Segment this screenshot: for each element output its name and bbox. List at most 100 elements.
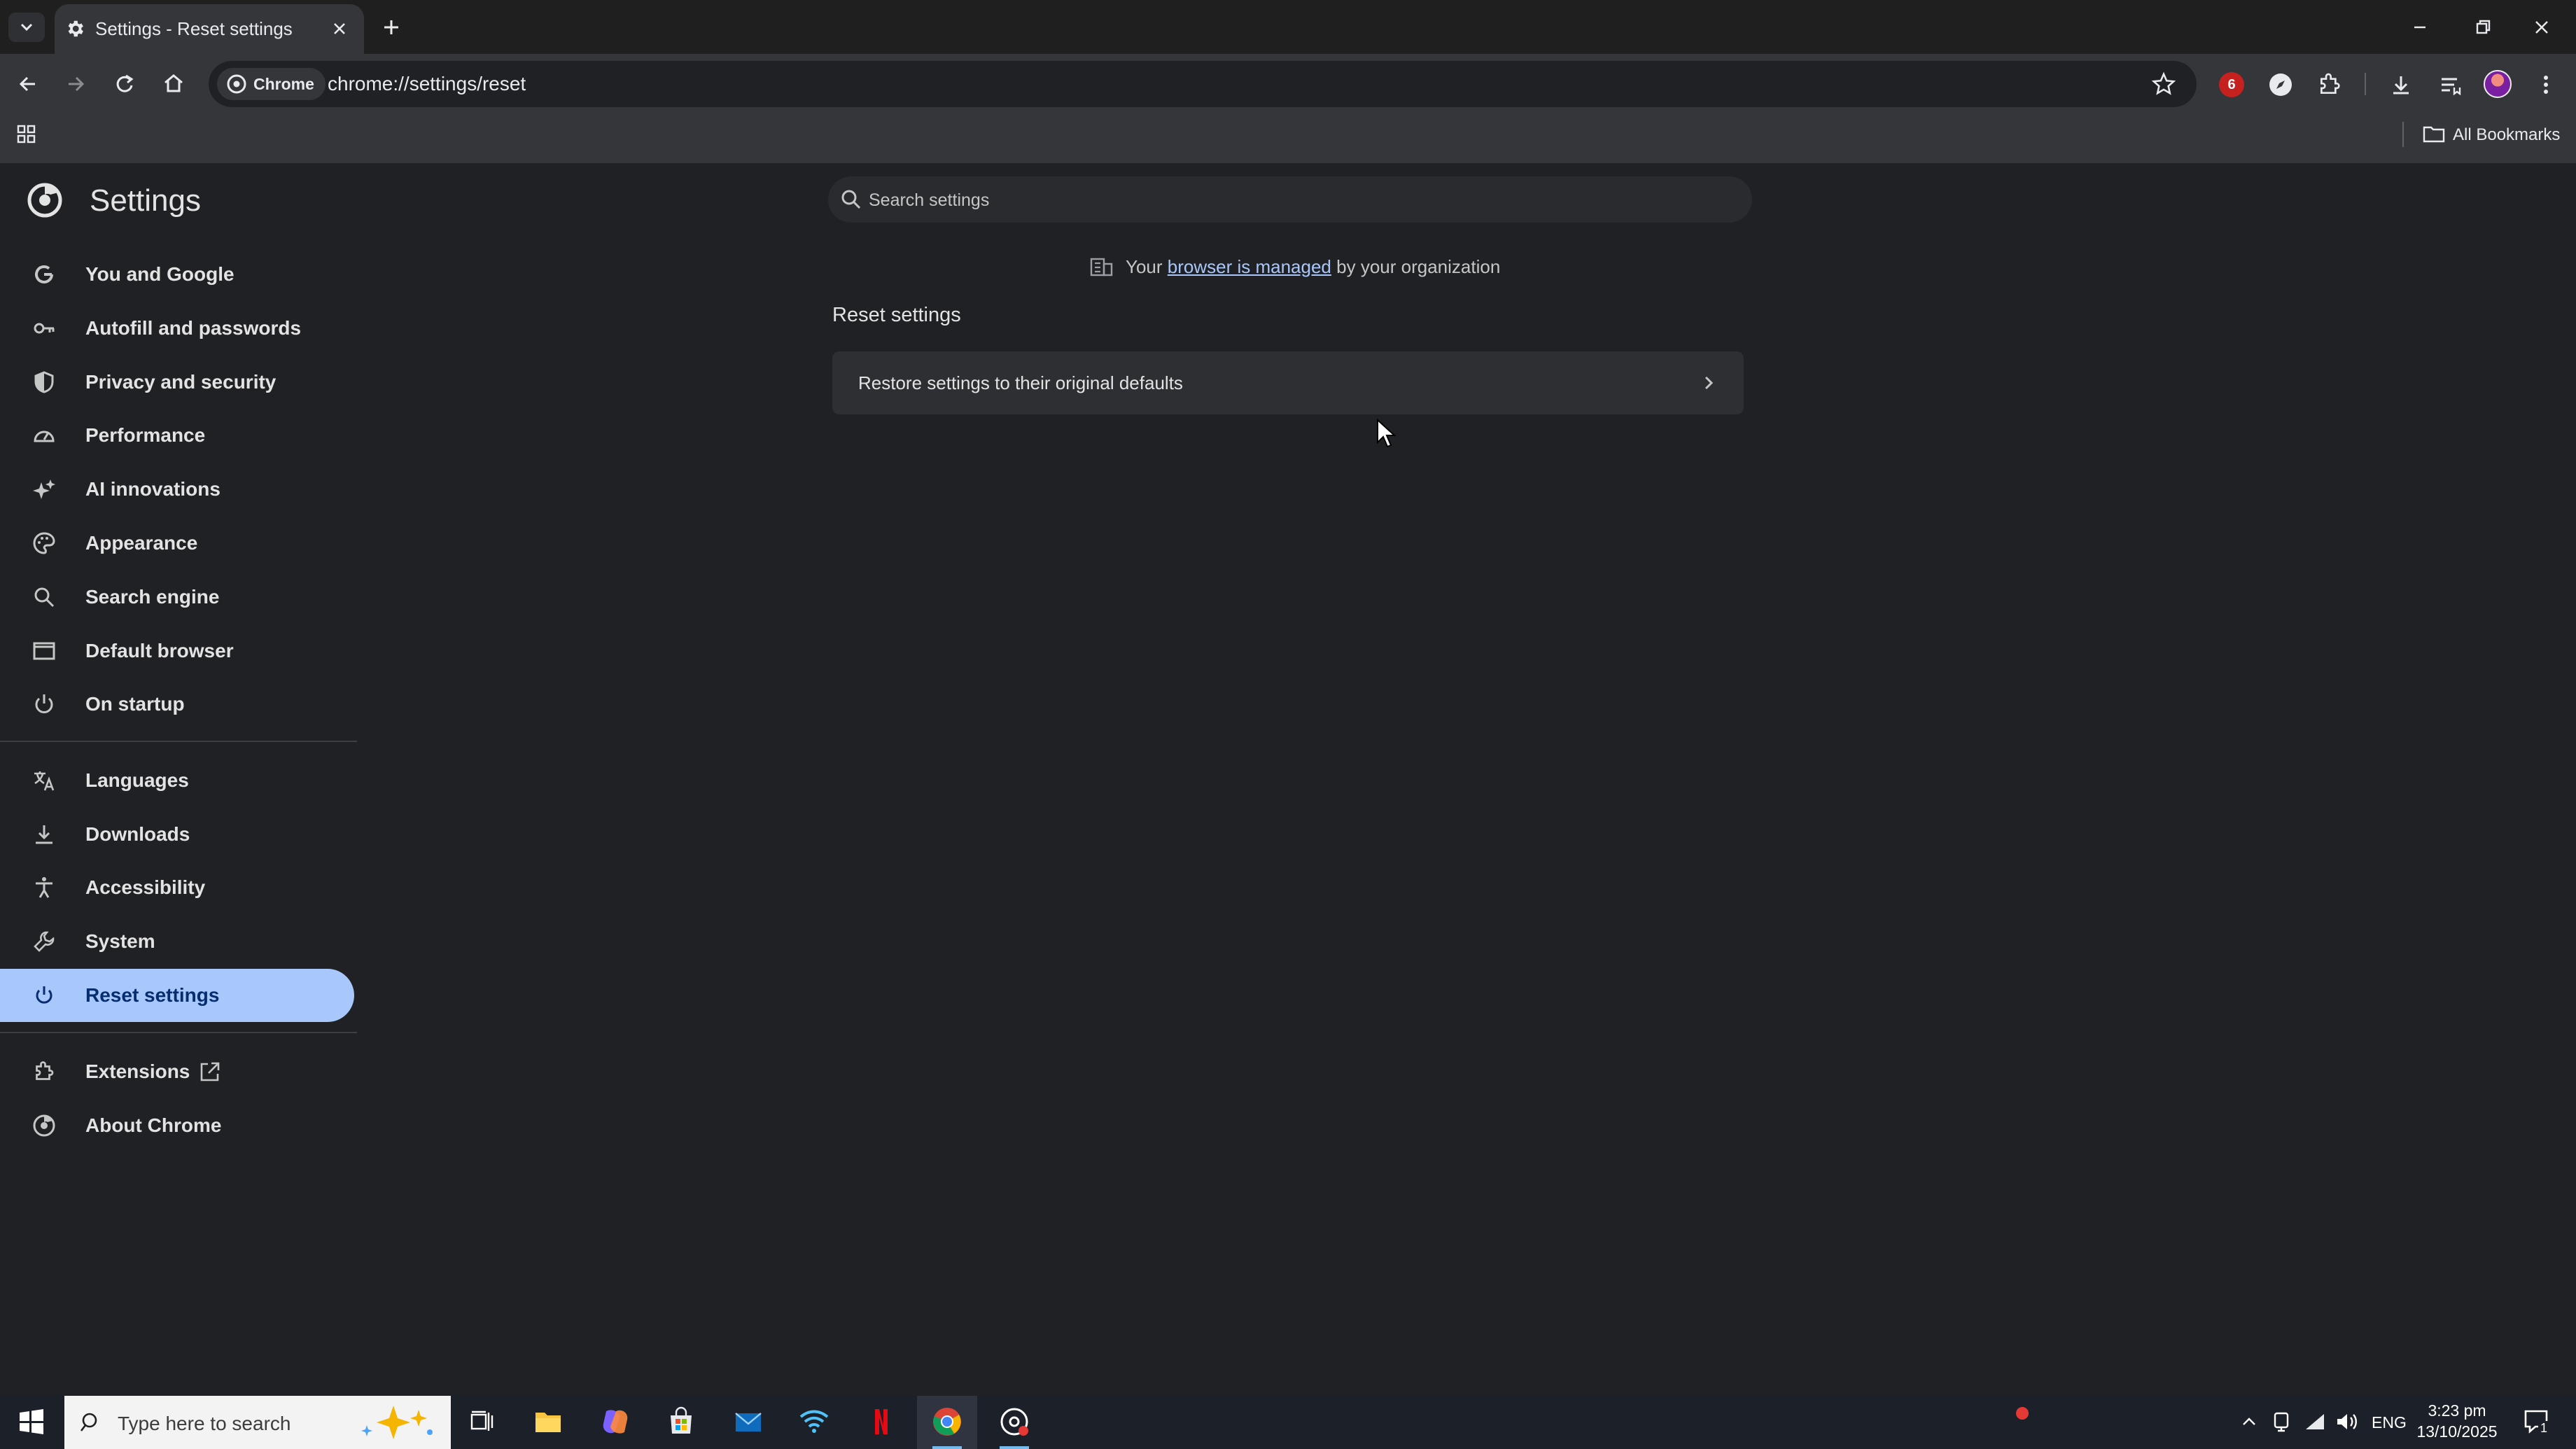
sidebar-item-appearance[interactable]: Appearance <box>0 517 354 570</box>
active-app-indicator <box>1000 1446 1029 1449</box>
clock-date: 13/10/2025 <box>2416 1422 2498 1441</box>
back-icon[interactable] <box>14 71 42 97</box>
tray-notification-dot[interactable] <box>2016 1407 2029 1420</box>
notification-center-button[interactable]: 1 <box>2520 1406 2552 1438</box>
bookmark-star-icon[interactable] <box>2150 71 2177 97</box>
settings-page <box>0 163 2576 1395</box>
microsoft-store-icon[interactable] <box>665 1406 697 1438</box>
sidebar-item-extensions[interactable]: Extensions <box>0 1045 354 1098</box>
power-icon <box>35 694 53 713</box>
managed-notice: Your browser is managed by your organiza… <box>1126 256 1500 278</box>
search-icon <box>80 1413 97 1432</box>
url-text[interactable]: chrome://settings/reset <box>328 73 526 95</box>
sidebar-item-accessibility[interactable]: Accessibility <box>0 861 354 914</box>
chevron-down-icon <box>20 23 33 31</box>
sidebar-item-reset-settings[interactable]: Reset settings <box>0 969 354 1022</box>
sidebar-item-default-browser[interactable]: Default browser <box>0 624 354 678</box>
reload-icon[interactable] <box>111 71 139 97</box>
sidebar-item-search-engine[interactable]: Search engine <box>0 570 354 624</box>
sidebar-item-about-chrome[interactable]: About Chrome <box>0 1099 354 1152</box>
address-bar[interactable]: Chrome chrome://settings/reset <box>209 61 2197 107</box>
translate-icon <box>34 771 55 791</box>
key-icon <box>34 323 55 334</box>
sidebar-item-system[interactable]: System <box>0 915 354 968</box>
tray-overflow-chevron-icon[interactable] <box>2239 1411 2260 1432</box>
profile-avatar[interactable] <box>2484 70 2512 98</box>
sidebar-item-privacy[interactable]: Privacy and security <box>0 356 354 409</box>
site-chip[interactable]: Chrome <box>217 68 326 100</box>
chrome-icon <box>227 74 246 94</box>
sidebar-item-autofill[interactable]: Autofill and passwords <box>0 302 354 355</box>
apps-grid-icon[interactable] <box>15 123 38 146</box>
forward-icon[interactable] <box>62 71 90 97</box>
sidebar-item-label: Appearance <box>85 532 198 554</box>
restore-defaults-row[interactable]: Restore settings to their original defau… <box>832 351 1744 414</box>
file-explorer-icon[interactable] <box>532 1406 564 1438</box>
home-icon[interactable] <box>160 70 188 97</box>
clock[interactable]: 3:23 pm 13/10/2025 <box>2416 1400 2498 1442</box>
sidebar-item-label: Autofill and passwords <box>85 317 302 339</box>
wifi-icon[interactable] <box>2303 1410 2327 1434</box>
search-icon <box>34 587 55 608</box>
task-view-icon[interactable] <box>466 1406 498 1438</box>
tab-search-button[interactable] <box>8 13 45 42</box>
sidebar-item-on-startup[interactable]: On startup <box>0 678 354 731</box>
reading-list-icon[interactable] <box>2436 71 2464 99</box>
sidebar-item-performance[interactable]: Performance <box>0 409 354 462</box>
shield-icon <box>34 371 54 393</box>
google-g-icon <box>35 265 53 284</box>
tab-settings[interactable]: Settings - Reset settings <box>55 4 364 54</box>
network-app-icon[interactable] <box>798 1406 830 1438</box>
download-icon <box>36 825 52 844</box>
close-window-icon[interactable] <box>2530 15 2554 39</box>
sidebar-item-label: Default browser <box>85 640 234 662</box>
sidebar-item-label: On startup <box>85 693 185 715</box>
all-bookmarks-label: All Bookmarks <box>2453 125 2561 144</box>
sidebar-item-downloads[interactable]: Downloads <box>0 808 354 861</box>
netflix-icon[interactable] <box>865 1406 897 1438</box>
external-link-icon <box>200 1062 220 1082</box>
search-settings[interactable]: Search settings <box>828 176 1752 223</box>
language-indicator[interactable]: ENG <box>2372 1413 2407 1432</box>
mail-icon[interactable] <box>732 1406 764 1438</box>
sidebar-item-ai-innovations[interactable]: AI innovations <box>0 463 354 516</box>
toolbar-separator <box>2365 73 2366 95</box>
speedometer-icon <box>34 430 55 442</box>
sidebar-item-label: You and Google <box>85 263 234 285</box>
chrome-logo-icon <box>27 183 62 218</box>
extension-compass-icon[interactable] <box>2267 71 2295 99</box>
taskbar-active-app-chrome[interactable] <box>917 1396 977 1449</box>
restore-icon[interactable] <box>2471 15 2495 39</box>
volume-icon[interactable] <box>2334 1410 2359 1434</box>
clock-time: 3:23 pm <box>2428 1401 2486 1420</box>
download-icon[interactable] <box>2387 71 2415 99</box>
managed-suffix: by your organization <box>1336 256 1501 277</box>
extension-badge-icon[interactable]: 6 <box>2219 72 2244 97</box>
more-menu-icon[interactable] <box>2535 71 2556 99</box>
browser-window-icon <box>33 642 55 660</box>
sidebar-item-label: Performance <box>85 424 206 446</box>
taskbar-app-chrome-alt[interactable] <box>984 1396 1044 1449</box>
tray-device-icon[interactable] <box>2269 1410 2293 1434</box>
building-icon <box>1090 258 1113 276</box>
site-chip-label: Chrome <box>253 75 314 93</box>
extensions-puzzle-icon[interactable] <box>2316 71 2344 99</box>
sidebar-item-label: Privacy and security <box>85 371 276 393</box>
copilot-icon[interactable] <box>599 1406 631 1438</box>
accessibility-icon <box>36 877 52 898</box>
sidebar-item-you-and-google[interactable]: You and Google <box>0 248 354 301</box>
new-tab-icon[interactable] <box>379 15 403 39</box>
sidebar-item-label: Search engine <box>85 586 220 608</box>
close-tab-icon[interactable] <box>330 20 349 38</box>
wrench-icon <box>34 931 55 952</box>
windows-start-icon[interactable] <box>17 1407 46 1436</box>
minimize-icon[interactable] <box>2408 15 2432 39</box>
settings-title: Settings <box>90 183 201 218</box>
taskbar-search-placeholder: Type here to search <box>118 1413 291 1434</box>
restore-defaults-label: Restore settings to their original defau… <box>858 372 1183 393</box>
search-icon <box>841 190 861 209</box>
active-app-indicator <box>932 1446 962 1449</box>
taskbar-search[interactable]: Type here to search <box>64 1396 451 1449</box>
browser-managed-link[interactable]: browser is managed <box>1168 256 1331 277</box>
sidebar-item-languages[interactable]: Languages <box>0 754 354 807</box>
